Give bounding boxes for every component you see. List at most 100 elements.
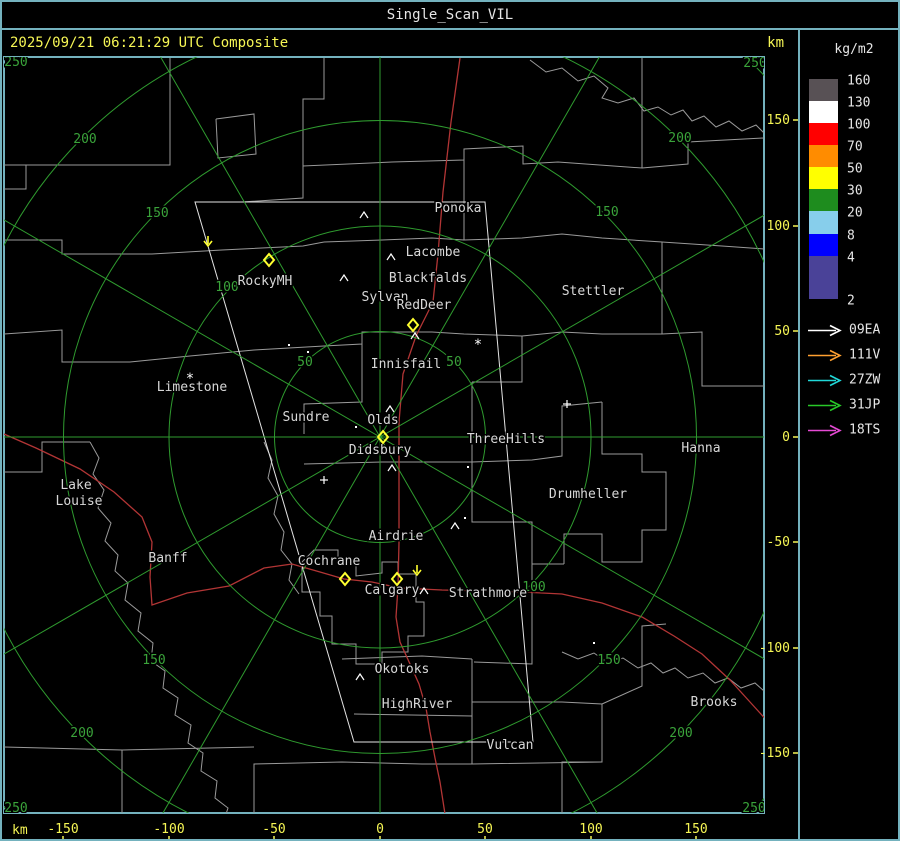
radar-legend-row: 27ZW (806, 373, 880, 388)
scale-color-box (809, 167, 838, 189)
city-label: Vulcan (487, 738, 534, 753)
storm-diamond-marker (406, 317, 420, 333)
scale-color-box (809, 101, 838, 123)
scale-threshold-label: 70 (847, 139, 863, 155)
radar-id-label: 111V (849, 347, 881, 363)
radar-map-canvas[interactable]: 50 50 100 100 150 150 150 150 200 200 200 200 250 250… (2, 30, 798, 839)
radar-legend-row: 18TS (806, 423, 880, 438)
boundary-line (561, 761, 602, 813)
dot-marker (464, 517, 466, 519)
radar-legend-row: 09EA (806, 323, 880, 338)
ring-distance-label: 50 (297, 355, 313, 370)
city-label: Innisfail (371, 357, 441, 372)
scale-color-box (809, 145, 838, 167)
right-axis-tick-label: 0 (782, 430, 790, 445)
bottom-axis-unit-label: km (12, 823, 28, 838)
caret-marker (385, 404, 395, 413)
radar-arrow-icon (808, 424, 842, 436)
bottom-axis-tick-label: 50 (477, 822, 493, 837)
bottom-axis-tick-mark (62, 836, 64, 839)
boundary-line (4, 58, 171, 166)
highway-line (399, 587, 764, 719)
right-axis-tick-label: -150 (759, 746, 790, 761)
range-ring (4, 57, 764, 813)
right-axis-tick-label: -50 (767, 535, 790, 550)
bottom-axis-tick-label: -50 (262, 822, 285, 837)
boundary-line (253, 716, 473, 813)
right-axis-tick-label: 100 (767, 219, 790, 234)
asterisk-marker: * (186, 371, 194, 387)
radar-legend-row: 111V (806, 348, 880, 363)
city-label: Hanna (681, 441, 720, 456)
radar-map-area[interactable]: 50 50 100 100 150 150 150 150 200 200 200 200 250 250… (2, 30, 798, 839)
city-label: Banff (148, 551, 187, 566)
range-rings-layer (4, 57, 764, 813)
scale-threshold-label: 30 (847, 183, 863, 199)
right-axis-tick-label: 150 (767, 113, 790, 128)
right-axis-tick-label: 50 (774, 324, 790, 339)
radar-arrow-icon (808, 324, 842, 336)
city-label: Calgary (365, 583, 420, 598)
bottom-axis-tick-mark (168, 836, 170, 839)
city-label: Lacombe (406, 245, 461, 260)
city-label: HighRiver (382, 697, 453, 712)
ring-distance-label: 200 (70, 726, 93, 741)
bottom-axis-tick-mark (379, 836, 381, 839)
city-labels-layer: PonokaLacombeBlackfaldsSylvanRedDeerStet… (54, 200, 739, 755)
scale-threshold-label: 130 (847, 95, 871, 111)
ring-distance-label: 50 (446, 355, 462, 370)
city-label: ThreeHills (467, 432, 545, 447)
ring-distance-label: 150 (595, 205, 618, 220)
boundary-line (563, 402, 667, 564)
radar-legend-row: 31JP (806, 398, 880, 413)
boundary-line (661, 241, 764, 250)
ring-distance-label: 150 (145, 206, 168, 221)
city-label: Drumheller (549, 487, 627, 502)
legend-units-header: kg/m2 (834, 42, 874, 57)
title-bar: Single_Scan_VIL (2, 2, 898, 30)
map-layers: 50 50100100150 150150 150200 200200 200250 250… (4, 55, 766, 813)
boundary-line (641, 137, 764, 169)
city-label: Olds (367, 413, 398, 428)
ring-distance-label: 150 (597, 653, 620, 668)
scale-color-box (809, 234, 838, 256)
dot-marker (355, 426, 357, 428)
radar-arrow-icon (808, 399, 842, 411)
city-label: Louise (56, 494, 103, 509)
scale-threshold-label: 20 (847, 205, 863, 221)
boundary-line (323, 237, 465, 243)
city-label: Cochrane (298, 554, 361, 569)
legend-panel: kg/m2 160 130 100 70 50 30 20 8 4 2 09EA 111V 27Z… (798, 30, 898, 839)
city-label: Blackfalds (389, 271, 467, 286)
radar-arrow-icon (808, 349, 842, 361)
radar-id-label: 09EA (849, 322, 881, 338)
ring-distance-label: 150 (142, 653, 165, 668)
caret-marker (339, 273, 349, 282)
bottom-axis-tick-label: 100 (579, 822, 602, 837)
plus-marker (320, 476, 328, 484)
boundary-line (4, 165, 27, 190)
dot-marker (467, 466, 469, 468)
boundary-line (4, 239, 325, 255)
bottom-axis-tick-label: 0 (376, 822, 384, 837)
plus-marker (563, 400, 571, 408)
ring-distance-label: 200 (73, 132, 96, 147)
scale-threshold-label: 50 (847, 161, 863, 177)
city-label: Lake (60, 478, 91, 493)
bottom-axis-tick-label: 150 (684, 822, 707, 837)
scale-color-box (809, 256, 838, 299)
boundary-line (302, 58, 643, 169)
boundary-line (4, 329, 662, 363)
caret-marker (450, 521, 460, 530)
dot-marker (288, 344, 290, 346)
ring-distance-label: 250 (4, 55, 27, 70)
ring-distance-label: 250 (743, 56, 766, 71)
boundary-line (89, 441, 229, 813)
city-label: Strathmore (449, 586, 527, 601)
boundary-line (215, 113, 257, 159)
caret-marker (387, 463, 397, 472)
boundary-line (121, 746, 255, 751)
city-label: RedDeer (397, 298, 452, 313)
boundary-line (661, 331, 764, 387)
dot-marker (593, 642, 595, 644)
